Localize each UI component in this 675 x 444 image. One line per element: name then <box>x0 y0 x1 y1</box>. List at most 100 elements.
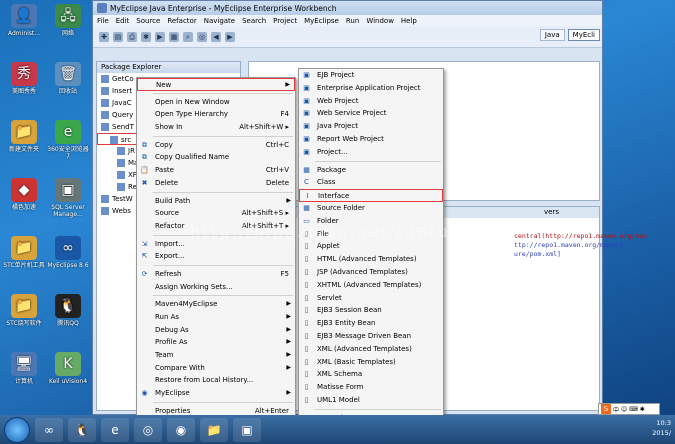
submenu-arrow-icon: ▶ <box>286 338 291 346</box>
submenu-item-uml1-model[interactable]: ▯ UML1 Model <box>299 394 443 407</box>
firefox-taskbar-icon[interactable]: ◉ <box>167 417 195 442</box>
menu-item-paste[interactable]: 📋 Paste Ctrl+V <box>137 164 295 177</box>
menu-navigate[interactable]: Navigate <box>204 17 235 25</box>
menu-item-import[interactable]: ⇲ Import... <box>137 238 295 251</box>
desktop-icon[interactable]: e 360安全浏览器7 <box>46 120 90 160</box>
submenu-item-applet[interactable]: ▯ Applet <box>299 240 443 253</box>
menu-project[interactable]: Project <box>273 17 297 25</box>
forward-icon[interactable]: ▶ <box>225 31 235 42</box>
menu-item-source[interactable]: Source Alt+Shift+S ▸ <box>137 207 295 220</box>
open-type-icon[interactable]: ◎ <box>197 31 207 42</box>
submenu-item-web-project[interactable]: ▣ Web Project <box>299 95 443 108</box>
desktop-icon[interactable]: 🗑 回收站 <box>46 62 90 95</box>
menu-help[interactable]: Help <box>401 17 417 25</box>
tree-item-label: Insert <box>112 87 133 95</box>
menu-item-team[interactable]: Team ▶ <box>137 349 295 362</box>
submenu-item-xml-advanced-templates[interactable]: ▯ XML (Advanced Templates) <box>299 343 443 356</box>
menu-item-run-as[interactable]: Run As ▶ <box>137 311 295 324</box>
menu-refactor[interactable]: Refactor <box>167 17 196 25</box>
desktop-icon[interactable]: K Keil uVision4 <box>46 352 90 385</box>
submenu-item-folder[interactable]: ▭ Folder <box>299 215 443 228</box>
menu-item-myeclipse[interactable]: ◉ MyEclipse ▶ <box>137 387 295 400</box>
desktop-icon[interactable]: 📁 STC烧写软件 <box>2 294 46 327</box>
project-icon <box>117 147 125 155</box>
menu-item-restore-from-local-history[interactable]: Restore from Local History... <box>137 374 295 387</box>
window-taskbar-icon[interactable]: ▣ <box>233 417 261 442</box>
sogou-ime-bar[interactable]: S 中 ☺ ⌨ ✱ <box>598 403 660 415</box>
menu-item-open-type-hierarchy[interactable]: Open Type Hierarchy F4 <box>137 108 295 121</box>
desktop-icon[interactable]: 👤 Administ... <box>2 4 46 37</box>
menu-edit[interactable]: Edit <box>116 17 130 25</box>
desktop-icon[interactable]: ▣ SQL Server Manage... <box>46 178 90 218</box>
explorer-taskbar-icon[interactable]: 📁 <box>200 417 228 442</box>
menu-item-refactor[interactable]: Refactor Alt+Shift+T ▸ <box>137 220 295 233</box>
submenu-item-file[interactable]: ▯ File <box>299 228 443 241</box>
menu-run[interactable]: Run <box>346 17 359 25</box>
menu-search[interactable]: Search <box>242 17 266 25</box>
run-icon[interactable]: ▶ <box>155 31 165 42</box>
submenu-item-report-web-project[interactable]: ▣ Report Web Project <box>299 133 443 146</box>
menu-item-new[interactable]: New ▶ <box>137 78 295 91</box>
submenu-item-enterprise-application-project[interactable]: ▣ Enterprise Application Project <box>299 82 443 95</box>
start-button[interactable] <box>4 416 30 443</box>
desktop-icon[interactable]: ◆ 橘色加速 <box>2 178 46 211</box>
search-icon[interactable]: ⌕ <box>183 31 193 42</box>
desktop-icon[interactable]: ∞ MyEclipse 8.6 <box>46 236 90 269</box>
submenu-item-html-advanced-templates[interactable]: ▯ HTML (Advanced Templates) <box>299 253 443 266</box>
menu-item-refresh[interactable]: ⟳ Refresh F5 <box>137 268 295 281</box>
myeclipse-taskbar-icon[interactable]: ∞ <box>35 417 63 442</box>
submenu-item-source-folder[interactable]: ▦ Source Folder <box>299 202 443 215</box>
desktop-icon[interactable]: 🖧 网络 <box>46 4 90 37</box>
submenu-item-web-service-project[interactable]: ▣ Web Service Project <box>299 107 443 120</box>
menu-item-compare-with[interactable]: Compare With ▶ <box>137 362 295 375</box>
menu-item-assign-working-sets[interactable]: Assign Working Sets... <box>137 281 295 294</box>
save-icon[interactable]: ▤ <box>113 31 123 42</box>
submenu-item-matisse-form[interactable]: ▯ Matisse Form <box>299 381 443 394</box>
print-icon[interactable]: ⎙ <box>127 31 137 42</box>
menu-item-open-in-new-window[interactable]: Open in New Window <box>137 96 295 109</box>
desktop-icon[interactable]: 🖥 计算机 <box>2 352 46 385</box>
qq-taskbar-icon[interactable]: 🐧 <box>68 417 96 442</box>
submenu-item-xml-schema[interactable]: ▯ XML Schema <box>299 368 443 381</box>
desktop-icon[interactable]: 秀美图秀秀 <box>2 62 46 95</box>
menu-file[interactable]: File <box>97 17 109 25</box>
menu-item-copy-qualified-name[interactable]: ⧉ Copy Qualified Name <box>137 151 295 164</box>
perspective-myeclipse[interactable]: MyEcli <box>567 29 600 41</box>
new-icon[interactable]: ✚ <box>99 31 109 42</box>
desktop-icon[interactable]: 📁 新建文件夹 <box>2 120 46 153</box>
desktop-icon[interactable]: 🐧 腾讯QQ <box>46 294 90 327</box>
submenu-item-class[interactable]: C Class <box>299 176 443 189</box>
menu-window[interactable]: Window <box>366 17 394 25</box>
menu-myeclipse[interactable]: MyEclipse <box>304 17 339 25</box>
menu-item-maven4myeclipse[interactable]: Maven4MyEclipse ▶ <box>137 298 295 311</box>
menu-item-copy[interactable]: ⧉ Copy Ctrl+C <box>137 139 295 152</box>
chrome-taskbar-icon[interactable]: ◎ <box>134 417 162 442</box>
package-explorer-title: Package Explorer <box>97 62 240 73</box>
submenu-item-ejb-project[interactable]: ▣ EJB Project <box>299 69 443 82</box>
submenu-item-package[interactable]: ▦ Package <box>299 164 443 177</box>
desktop-icon[interactable]: 📁 STC单片机工具 <box>2 236 46 269</box>
submenu-item-interface[interactable]: I Interface <box>299 189 443 202</box>
menu-item-debug-as[interactable]: Debug As ▶ <box>137 324 295 337</box>
submenu-item-java-project[interactable]: ▣ Java Project <box>299 120 443 133</box>
menu-item-delete[interactable]: ✖ Delete Delete <box>137 177 295 190</box>
server-icon[interactable]: ▦ <box>169 31 179 42</box>
menu-source[interactable]: Source <box>136 17 160 25</box>
back-icon[interactable]: ◀ <box>211 31 221 42</box>
menu-item-profile-as[interactable]: Profile As ▶ <box>137 336 295 349</box>
menu-item-build-path[interactable]: Build Path ▶ <box>137 195 295 208</box>
submenu-item-ejb3-session-bean[interactable]: ▯ EJB3 Session Bean <box>299 304 443 317</box>
submenu-item-servlet[interactable]: ▯ Servlet <box>299 292 443 305</box>
submenu-item-xml-basic-templates[interactable]: ▯ XML (Basic Templates) <box>299 356 443 369</box>
system-tray[interactable]: 10:3 2015/ <box>652 418 671 438</box>
menu-item-export[interactable]: ⇱ Export... <box>137 250 295 263</box>
submenu-item-project[interactable]: ▣ Project... <box>299 146 443 159</box>
submenu-item-ejb3-entity-bean[interactable]: ▯ EJB3 Entity Bean <box>299 317 443 330</box>
submenu-item-jsp-advanced-templates[interactable]: ▯ JSP (Advanced Templates) <box>299 266 443 279</box>
perspective-java[interactable]: Java <box>539 29 565 41</box>
menu-item-show-in[interactable]: Show In Alt+Shift+W ▸ <box>137 121 295 134</box>
submenu-item-xhtml-advanced-templates[interactable]: ▯ XHTML (Advanced Templates) <box>299 279 443 292</box>
submenu-item-ejb3-message-driven-bean[interactable]: ▯ EJB3 Message Driven Bean <box>299 330 443 343</box>
debug-icon[interactable]: ✱ <box>141 31 151 42</box>
ie-taskbar-icon[interactable]: e <box>101 417 129 442</box>
